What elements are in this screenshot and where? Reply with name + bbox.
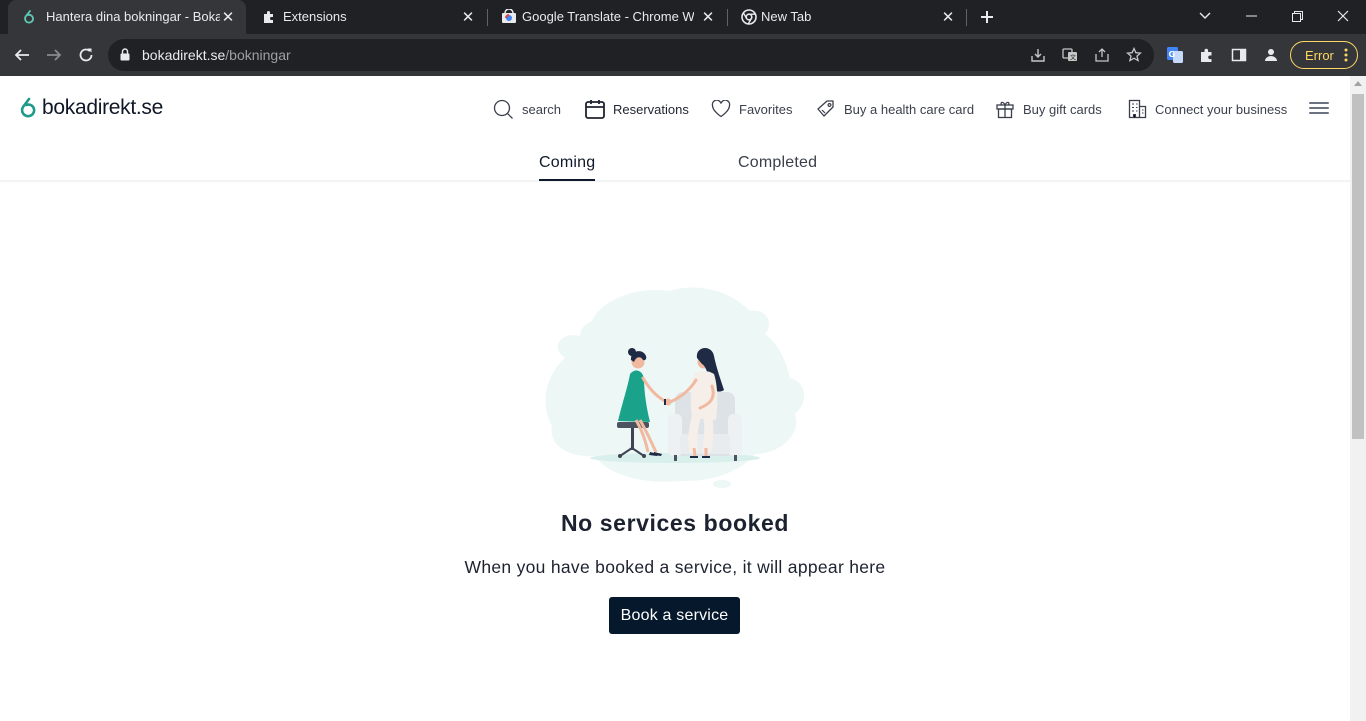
svg-text:G: G bbox=[1169, 50, 1176, 59]
bokadirekt-logo-icon bbox=[20, 97, 36, 118]
book-a-service-button[interactable]: Book a service bbox=[609, 597, 740, 634]
search-icon bbox=[493, 99, 514, 120]
active-tab-indicator bbox=[539, 179, 596, 181]
restore-icon[interactable] bbox=[1274, 0, 1320, 32]
side-panel-icon[interactable] bbox=[1225, 41, 1253, 69]
nav-label: Reservations bbox=[613, 101, 689, 117]
site-logo[interactable]: bokadirekt.se bbox=[18, 96, 163, 120]
logo-wordmark: bokadirekt.se bbox=[42, 96, 164, 119]
browser-toolbar: bokadirekt.se/bokningar 文 G Error bbox=[0, 34, 1366, 76]
extensions-puzzle-icon[interactable] bbox=[1193, 41, 1221, 69]
share-icon[interactable] bbox=[1092, 45, 1112, 65]
tab-title: New Tab bbox=[761, 9, 812, 24]
close-tab-icon[interactable]: ✕ bbox=[938, 7, 958, 27]
install-app-icon[interactable] bbox=[1028, 45, 1048, 65]
error-label: Error bbox=[1305, 47, 1334, 63]
web-store-icon bbox=[500, 8, 518, 26]
bookmark-star-icon[interactable] bbox=[1124, 45, 1144, 65]
hamburger-menu-icon[interactable] bbox=[1309, 102, 1329, 116]
back-arrow-icon[interactable] bbox=[8, 41, 36, 69]
tab-separator bbox=[966, 9, 967, 26]
url-path: /bokningar bbox=[225, 47, 291, 63]
close-tab-icon[interactable]: ✕ bbox=[458, 7, 478, 27]
booking-tabs: Coming Completed bbox=[0, 150, 1350, 182]
nav-label: Connect your business bbox=[1155, 101, 1288, 117]
nav-reservations[interactable]: Reservations bbox=[585, 96, 689, 122]
tab-title: Extensions bbox=[283, 9, 347, 24]
tab-coming[interactable]: Coming bbox=[539, 154, 596, 181]
tag-icon bbox=[816, 99, 836, 119]
profile-error-button[interactable]: Error bbox=[1290, 41, 1358, 69]
empty-state-illustration bbox=[540, 286, 810, 501]
empty-state-title: No services booked bbox=[560, 510, 790, 536]
building-icon bbox=[1128, 99, 1147, 119]
nav-favorites[interactable]: Favorites bbox=[711, 96, 792, 122]
google-translate-extension-icon[interactable]: G bbox=[1161, 41, 1189, 69]
scroll-up-arrow-icon[interactable] bbox=[1354, 81, 1362, 86]
tab-completed[interactable]: Completed bbox=[738, 154, 817, 172]
nav-label: Buy gift cards bbox=[1023, 101, 1102, 117]
tab-label: Coming bbox=[539, 154, 596, 171]
nav-label: Favorites bbox=[739, 101, 793, 117]
close-tab-icon[interactable]: ✕ bbox=[218, 7, 238, 27]
heart-icon bbox=[711, 100, 731, 118]
tab-title: Google Translate - Chrome Web Store bbox=[522, 9, 694, 24]
close-window-icon[interactable] bbox=[1320, 0, 1366, 32]
page-content: bokadirekt.se search Reservations Favori… bbox=[0, 76, 1350, 721]
browser-tab-extensions[interactable]: Extensions ✕ bbox=[248, 0, 486, 34]
address-bar[interactable]: bokadirekt.se/bokningar 文 bbox=[108, 39, 1154, 71]
forward-arrow-icon[interactable] bbox=[40, 41, 68, 69]
url-host: bokadirekt.se bbox=[142, 47, 226, 63]
browser-tab-web-store[interactable]: Google Translate - Chrome Web Store ✕ bbox=[488, 0, 726, 34]
nav-connect-business[interactable]: Connect your business bbox=[1128, 96, 1287, 122]
url-text[interactable]: bokadirekt.se/bokningar bbox=[142, 47, 291, 63]
svg-text:文: 文 bbox=[1070, 54, 1076, 62]
lock-icon[interactable] bbox=[120, 48, 130, 66]
calendar-icon bbox=[585, 99, 605, 119]
nav-label: search bbox=[522, 101, 562, 117]
tab-search-chevron-icon[interactable] bbox=[1182, 0, 1228, 32]
chrome-icon bbox=[740, 8, 758, 26]
profile-avatar-icon[interactable] bbox=[1257, 41, 1285, 69]
page-scrollbar[interactable] bbox=[1350, 76, 1366, 721]
nav-health-care-card[interactable]: Buy a health care card bbox=[816, 96, 974, 122]
new-tab-plus-icon[interactable] bbox=[975, 5, 999, 29]
nav-gift-cards[interactable]: Buy gift cards bbox=[995, 96, 1102, 122]
browser-tab-new-tab[interactable]: New Tab ✕ bbox=[728, 0, 966, 34]
scrollbar-thumb[interactable] bbox=[1352, 94, 1364, 439]
tab-title: Hantera dina bokningar - Bokadirekt bbox=[46, 9, 220, 24]
browser-tab-strip: Hantera dina bokningar - Bokadirekt ✕ Ex… bbox=[0, 0, 1366, 34]
translate-page-icon[interactable]: 文 bbox=[1060, 45, 1080, 65]
minimize-icon[interactable] bbox=[1228, 0, 1274, 32]
gift-icon bbox=[995, 99, 1015, 119]
more-vertical-icon bbox=[1344, 48, 1348, 65]
nav-search[interactable]: search bbox=[493, 96, 561, 122]
close-tab-icon[interactable]: ✕ bbox=[698, 7, 718, 27]
tab-label: Completed bbox=[738, 154, 818, 171]
puzzle-icon bbox=[260, 8, 278, 26]
empty-state-subtitle: When you have booked a service, it will … bbox=[464, 557, 886, 577]
reload-icon[interactable] bbox=[72, 41, 100, 69]
nav-label: Buy a health care card bbox=[844, 101, 975, 117]
bokadirekt-favicon bbox=[20, 8, 38, 26]
browser-tab-bokadirekt[interactable]: Hantera dina bokningar - Bokadirekt ✕ bbox=[8, 0, 246, 34]
